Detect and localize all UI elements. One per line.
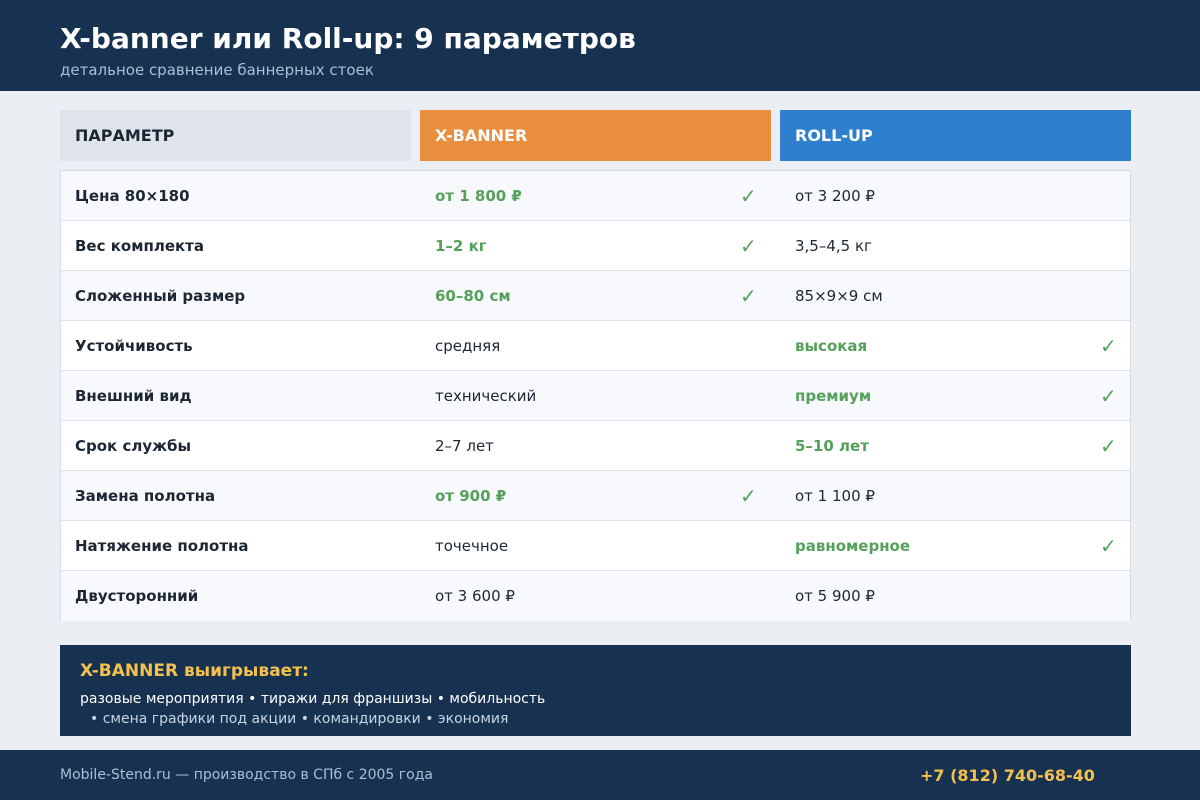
table-row: Двусторонний от 3 600 ₽ от 5 900 ₽ [61,571,1130,621]
param-cell: Вес комплекта [75,236,204,255]
check-icon: ✓ [1100,333,1117,358]
comparison-table: Цена 80×180 от 1 800 ₽ от 3 200 ₽ ✓ Вес комп… [60,170,1131,621]
check-icon: ✓ [740,283,757,308]
rollup-value-cell: 3,5–4,5 кг [795,236,872,255]
xbanner-value-cell: от 900 ₽ [435,486,507,505]
xbanner-value-cell: 60–80 см [435,286,511,305]
footer-company: Mobile-Stend.ru — производство в СПб с 2… [60,767,433,783]
xbanner-value-cell: 2–7 лет [435,436,494,455]
param-cell: Двусторонний [75,587,199,605]
param-cell: Сложенный размер [75,286,246,305]
page-header: X-banner или Roll-up: 9 параметров детал… [0,0,1200,91]
xbanner-value-cell: технический [435,386,537,405]
param-cell: Устойчивость [75,336,193,355]
table-row: Внешний вид технический премиум ✓ [61,371,1130,421]
xbanner-value-cell: точечное [435,536,509,555]
check-icon: ✓ [740,233,757,258]
table-row: Срок службы 2–7 лет 5–10 лет ✓ [61,421,1130,471]
column-header-rollup: ROLL-UP [780,110,1131,161]
page-title: X-banner или Roll-up: 9 параметров [60,22,636,55]
rollup-value-cell: высокая [795,336,868,355]
check-icon: ✓ [1100,383,1117,408]
param-cell: Замена полотна [75,486,216,505]
rollup-value-cell: от 5 900 ₽ [795,587,875,605]
check-icon: ✓ [740,183,757,208]
rollup-value-cell: от 3 200 ₽ [795,186,875,205]
table-row: Вес комплекта 1–2 кг 3,5–4,5 кг ✓ [61,221,1130,271]
rollup-value-cell: премиум [795,386,872,405]
xbanner-value-cell: 1–2 кг [435,236,487,255]
table-row: Цена 80×180 от 1 800 ₽ от 3 200 ₽ ✓ [61,171,1130,221]
page-subtitle: детальное сравнение баннерных стоек [60,61,374,79]
page-footer: Mobile-Stend.ru — производство в СПб с 2… [0,750,1200,800]
footer-phone[interactable]: +7 (812) 740-68-40 [920,750,1095,800]
column-header-xbanner: X-BANNER [420,110,771,161]
table-row: Устойчивость средняя высокая ✓ [61,321,1130,371]
rollup-value-cell: 5–10 лет [795,436,869,455]
param-cell: Срок службы [75,436,192,455]
rollup-value-cell: 85×9×9 см [795,286,883,305]
column-header-param: ПАРАМЕТР [60,110,411,161]
summary-line-2: • смена графики под акции • командировки… [90,711,509,727]
rollup-value-cell: от 1 100 ₽ [795,486,875,505]
param-cell: Внешний вид [75,386,192,405]
summary-line-1: разовые мероприятия • тиражи для франшиз… [80,691,546,707]
rollup-value-cell: равномерное [795,536,911,555]
check-icon: ✓ [1100,533,1117,558]
xbanner-value-cell: от 1 800 ₽ [435,186,522,205]
xbanner-value-cell: от 3 600 ₽ [435,587,515,605]
table-row: Замена полотна от 900 ₽ от 1 100 ₽ ✓ [61,471,1130,521]
summary-title: X-BANNER выигрывает: [80,661,309,681]
table-row: Натяжение полотна точечное равномерное ✓ [61,521,1130,571]
summary-panel: X-BANNER выигрывает: разовые мероприятия… [60,645,1131,736]
check-icon: ✓ [740,483,757,508]
xbanner-value-cell: средняя [435,336,501,355]
check-icon: ✓ [1100,433,1117,458]
param-cell: Цена 80×180 [75,186,190,205]
param-cell: Натяжение полотна [75,536,249,555]
table-row: Сложенный размер 60–80 см 85×9×9 см ✓ [61,271,1130,321]
